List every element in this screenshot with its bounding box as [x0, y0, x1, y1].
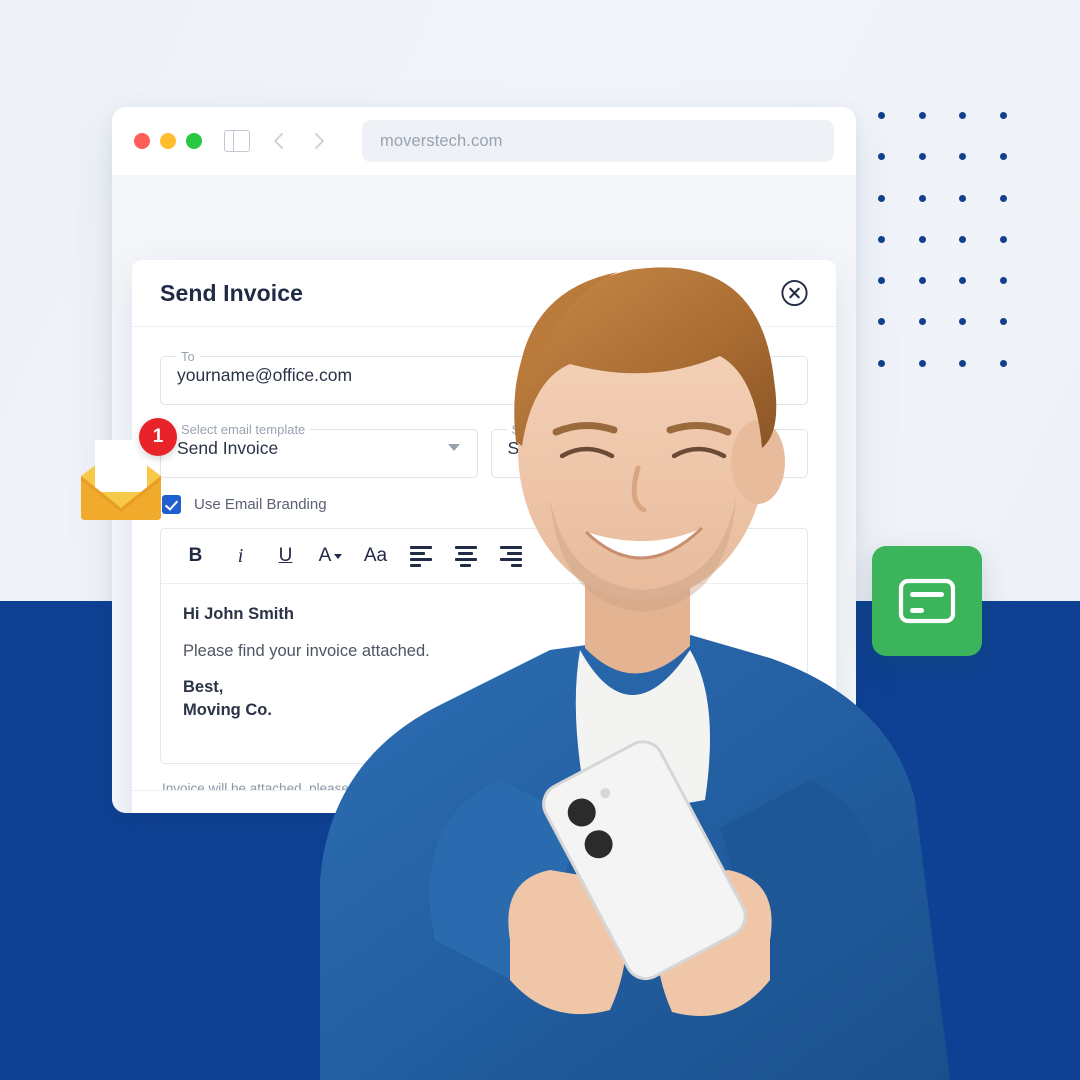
- modal-body: To yourname@office.com Select email temp…: [132, 327, 836, 796]
- browser-window: moverstech.com Send Invoice To yourname@…: [112, 107, 856, 813]
- email-greeting: Hi John Smith: [183, 605, 294, 623]
- grid-dot: [878, 277, 885, 285]
- chevron-down-icon[interactable]: [447, 444, 460, 451]
- sidebar-icon[interactable]: [224, 130, 250, 152]
- grid-dot: [878, 153, 885, 161]
- align-center-button[interactable]: [443, 537, 488, 575]
- subject-field-value: Send Invoice: [507, 438, 609, 458]
- grid-dot: [918, 194, 926, 202]
- credit-card-icon[interactable]: [872, 546, 982, 656]
- grid-dot: [999, 359, 1007, 367]
- window-zoom-button[interactable]: [186, 133, 202, 149]
- address-bar-url: moverstech.com: [380, 131, 503, 150]
- mail-unread-badge: 1: [139, 418, 177, 456]
- grid-dot: [878, 318, 885, 326]
- grid-dot: [999, 235, 1007, 243]
- grid-dot: [959, 277, 966, 285]
- email-body-content[interactable]: Hi John Smith Please find your invoice a…: [161, 584, 807, 763]
- decorative-dot-grid: [878, 112, 1014, 367]
- browser-viewport: Send Invoice To yourname@office.com Sele…: [112, 175, 856, 813]
- grid-dot: [959, 235, 966, 243]
- subject-field-label: Subject: [511, 422, 555, 437]
- grid-dot: [878, 235, 885, 243]
- email-template-value: Send Invoice: [177, 438, 279, 458]
- grid-dot: [918, 277, 926, 285]
- grid-dot: [999, 194, 1007, 202]
- text-color-letter: A: [318, 545, 332, 566]
- modal-footer: [132, 790, 836, 813]
- grid-dot: [918, 112, 926, 119]
- use-email-branding-row[interactable]: Use Email Branding: [162, 495, 808, 514]
- email-template-select[interactable]: Select email template Send Invoice: [160, 422, 478, 478]
- window-close-button[interactable]: [134, 133, 150, 149]
- align-left-button[interactable]: [398, 537, 443, 575]
- subject-field[interactable]: Subject Send Invoice: [490, 422, 808, 478]
- to-field[interactable]: To yourname@office.com: [160, 349, 808, 405]
- text-color-button[interactable]: A: [308, 537, 353, 575]
- chevron-down-icon: [334, 553, 343, 559]
- mail-open-icon[interactable]: 1: [73, 418, 177, 526]
- grid-dot: [959, 318, 966, 326]
- grid-dot: [918, 318, 926, 326]
- italic-button[interactable]: i: [218, 537, 263, 575]
- use-email-branding-label: Use Email Branding: [194, 496, 327, 513]
- grid-dot: [918, 359, 926, 367]
- grid-dot: [959, 112, 966, 119]
- grid-dot: [959, 194, 966, 202]
- template-subject-row: Select email template Send Invoice Subje…: [160, 422, 808, 478]
- editor-toolbar: B i U A Aa: [161, 529, 807, 584]
- grid-dot: [878, 359, 885, 367]
- chevron-right-icon[interactable]: [308, 130, 330, 152]
- grid-dot: [878, 112, 885, 119]
- to-field-value: yourname@office.com: [177, 365, 353, 385]
- browser-chrome: moverstech.com: [112, 107, 856, 175]
- email-template-label: Select email template: [181, 422, 306, 437]
- grid-dot: [959, 359, 966, 367]
- font-size-letters: Aa: [363, 545, 388, 566]
- grid-dot: [999, 277, 1007, 285]
- grid-dot: [999, 318, 1007, 326]
- window-minimize-button[interactable]: [160, 133, 176, 149]
- address-bar[interactable]: moverstech.com: [362, 120, 834, 162]
- chevron-left-icon[interactable]: [268, 130, 290, 152]
- modal-header: Send Invoice: [132, 260, 836, 327]
- underline-button[interactable]: U: [263, 537, 308, 575]
- email-company: Moving Co.: [183, 700, 272, 719]
- grid-dot: [918, 153, 926, 161]
- grid-dot: [999, 112, 1007, 119]
- grid-dot: [959, 153, 966, 161]
- close-circle-icon[interactable]: [781, 279, 808, 307]
- grid-dot: [999, 153, 1007, 161]
- grid-dot: [918, 235, 926, 243]
- bold-button[interactable]: B: [173, 537, 218, 575]
- align-right-button[interactable]: [488, 537, 533, 575]
- font-size-button[interactable]: Aa: [353, 537, 398, 575]
- email-editor: B i U A Aa Hi John Smith Please find you…: [160, 528, 808, 764]
- to-field-label: To: [181, 349, 195, 364]
- email-signoff: Best,: [183, 678, 224, 697]
- page-title: Send Invoice: [160, 279, 304, 306]
- grid-dot: [878, 194, 885, 202]
- email-message: Please find your invoice attached.: [183, 641, 430, 660]
- send-invoice-modal: Send Invoice To yourname@office.com Sele…: [132, 260, 836, 813]
- window-controls: [134, 133, 202, 149]
